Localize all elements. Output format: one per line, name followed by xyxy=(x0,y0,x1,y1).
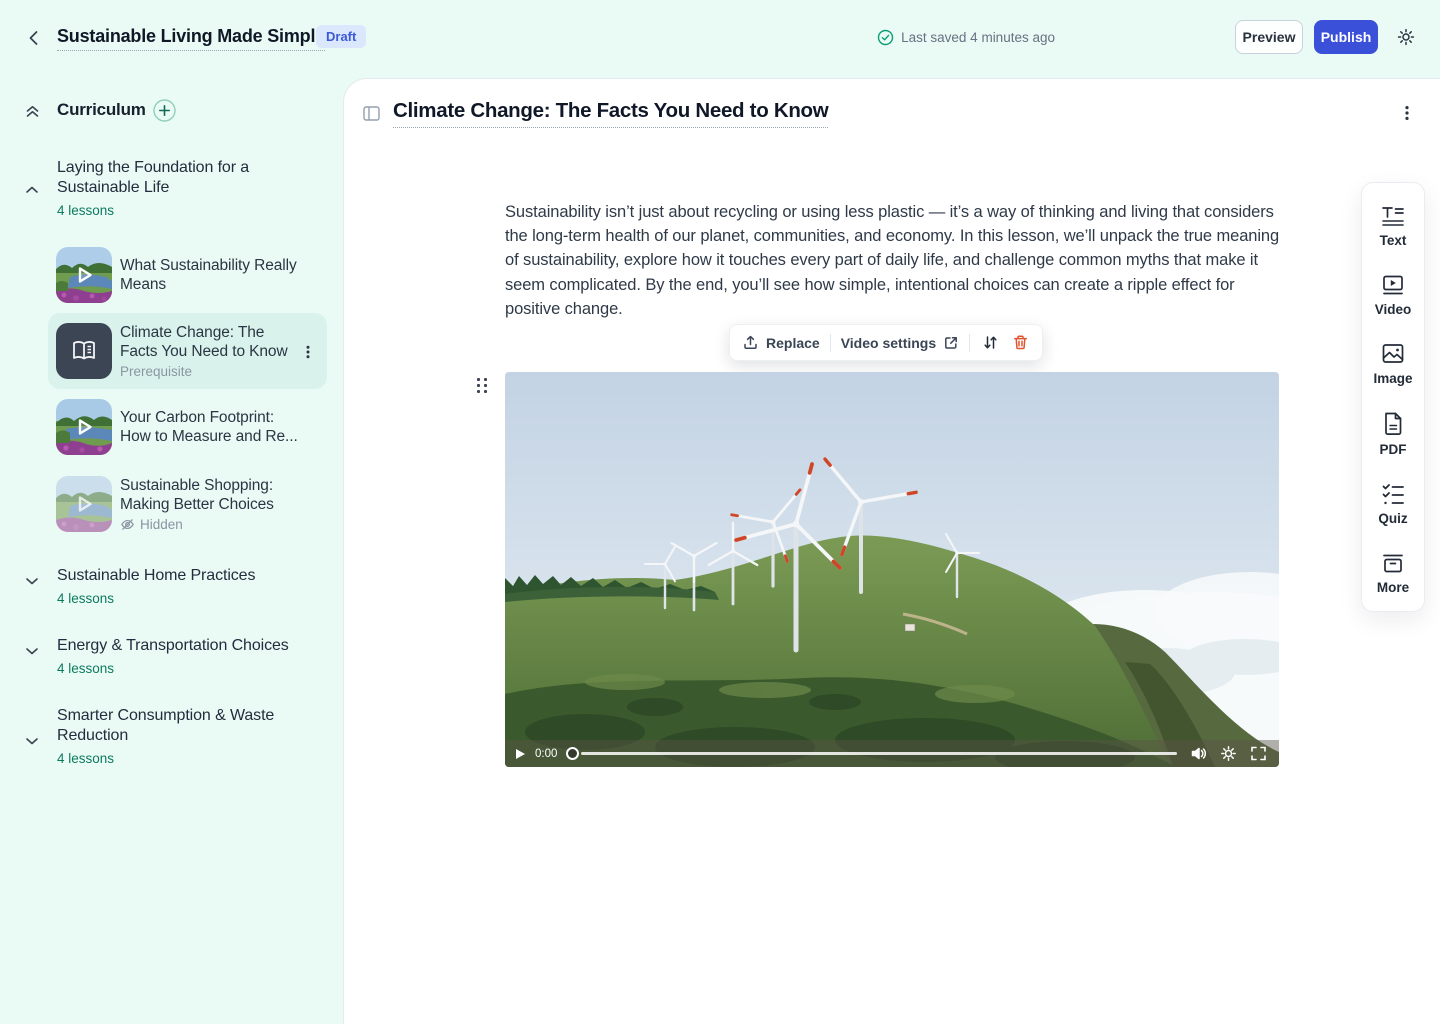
player-play-icon[interactable] xyxy=(514,748,526,760)
replace-label: Replace xyxy=(766,335,820,351)
last-saved-status: Last saved 4 minutes ago xyxy=(877,29,1055,46)
lesson-editor-panel: Climate Change: The Facts You Need to Kn… xyxy=(343,78,1440,1024)
player-fullscreen-icon[interactable] xyxy=(1250,745,1267,762)
lesson-title: What Sustainability Really Means xyxy=(120,256,300,294)
curriculum-title: Curriculum xyxy=(57,100,146,120)
palette-label: Text xyxy=(1380,233,1407,248)
palette-label: PDF xyxy=(1380,442,1407,457)
player-scrubber-handle[interactable] xyxy=(566,747,579,760)
toolbar-divider xyxy=(830,334,831,352)
palette-label: Image xyxy=(1373,371,1412,386)
lesson-video-thumbnail xyxy=(56,399,112,455)
lesson-hidden-label: Hidden xyxy=(140,517,183,532)
last-saved-text: Last saved 4 minutes ago xyxy=(901,30,1055,45)
section-lesson-count: 4 lessons xyxy=(57,661,343,676)
add-pdf-block[interactable]: PDF xyxy=(1380,411,1407,457)
back-icon[interactable] xyxy=(24,28,44,48)
play-icon xyxy=(56,399,112,455)
collapse-sidebar-icon[interactable] xyxy=(363,106,380,121)
eye-off-icon xyxy=(120,517,135,532)
saved-check-icon xyxy=(877,29,894,46)
replace-video-button[interactable]: Replace xyxy=(742,334,820,351)
add-quiz-block[interactable]: Quiz xyxy=(1378,482,1407,526)
pdf-block-icon xyxy=(1381,411,1405,437)
video-player[interactable]: 0:00 xyxy=(505,372,1279,767)
text-block-icon xyxy=(1380,204,1406,228)
lesson-video-thumbnail xyxy=(56,476,112,532)
top-header: Sustainable Living Made Simple Draft Las… xyxy=(0,0,1440,78)
chevron-down-icon[interactable] xyxy=(24,573,40,589)
player-volume-icon[interactable] xyxy=(1190,745,1207,762)
video-block-toolbar: Replace Video settings xyxy=(729,324,1043,361)
lesson-row-hidden[interactable]: Sustainable Shopping: Making Better Choi… xyxy=(48,466,327,542)
lesson-title: Climate Change: The Facts You Need to Kn… xyxy=(120,323,300,361)
chevron-down-icon[interactable] xyxy=(24,733,40,749)
palette-label: More xyxy=(1377,580,1409,595)
upload-icon xyxy=(742,334,759,351)
section-lesson-count: 4 lessons xyxy=(57,203,343,218)
lesson-reading-thumbnail xyxy=(56,323,112,379)
player-settings-icon[interactable] xyxy=(1220,745,1237,762)
play-icon xyxy=(56,247,112,303)
palette-label: Video xyxy=(1375,302,1412,317)
section-title[interactable]: Energy & Transportation Choices xyxy=(57,636,297,656)
lesson-body-text[interactable]: Sustainability isn’t just about recyclin… xyxy=(505,200,1281,321)
video-controls-bar: 0:00 xyxy=(505,740,1279,767)
delete-block-icon[interactable] xyxy=(1010,333,1030,353)
lesson-prerequisite-label: Prerequisite xyxy=(120,364,300,379)
curriculum-sidebar: Curriculum Laying the Foundation for a S… xyxy=(0,78,343,1024)
course-title[interactable]: Sustainable Living Made Simple xyxy=(57,26,325,51)
lesson-row-selected[interactable]: Climate Change: The Facts You Need to Kn… xyxy=(48,313,327,389)
more-blocks-icon xyxy=(1380,551,1406,575)
block-drag-handle-icon[interactable] xyxy=(477,378,491,396)
lesson-kebab-icon[interactable] xyxy=(301,345,315,359)
curriculum-section: Sustainable Home Practices 4 lessons xyxy=(0,566,343,606)
section-title[interactable]: Laying the Foundation for a Sustainable … xyxy=(57,158,297,198)
player-progress-track[interactable] xyxy=(581,752,1177,755)
more-blocks[interactable]: More xyxy=(1377,551,1409,595)
section-title[interactable]: Smarter Consumption & Waste Reduction xyxy=(57,706,297,746)
publish-button[interactable]: Publish xyxy=(1314,20,1378,54)
lesson-title: Sustainable Shopping: Making Better Choi… xyxy=(120,476,300,514)
image-block-icon xyxy=(1380,342,1406,366)
external-link-icon xyxy=(943,335,959,351)
curriculum-section: Laying the Foundation for a Sustainable … xyxy=(0,158,343,218)
open-book-icon xyxy=(70,339,98,363)
quiz-block-icon xyxy=(1380,482,1406,506)
chevron-up-icon[interactable] xyxy=(24,182,40,198)
curriculum-section: Smarter Consumption & Waste Reduction 4 … xyxy=(0,706,343,766)
chevron-down-icon[interactable] xyxy=(24,643,40,659)
add-text-block[interactable]: Text xyxy=(1380,204,1407,248)
status-badge: Draft xyxy=(316,25,366,48)
curriculum-section: Energy & Transportation Choices 4 lesson… xyxy=(0,636,343,676)
video-poster-wind-turbines xyxy=(505,372,1279,767)
lesson-row[interactable]: Your Carbon Footprint: How to Measure an… xyxy=(48,389,327,465)
player-time: 0:00 xyxy=(535,748,557,760)
lesson-video-thumbnail xyxy=(56,247,112,303)
content-block-palette: Text Video Image PDF xyxy=(1361,182,1425,612)
add-image-block[interactable]: Image xyxy=(1373,342,1412,386)
video-settings-label: Video settings xyxy=(841,335,936,351)
curriculum-header: Curriculum xyxy=(0,98,343,126)
lesson-page-title[interactable]: Climate Change: The Facts You Need to Kn… xyxy=(393,99,828,128)
lesson-options-kebab-icon[interactable] xyxy=(1400,105,1414,121)
move-block-icon[interactable] xyxy=(980,333,1000,353)
add-section-icon[interactable] xyxy=(153,99,176,122)
palette-label: Quiz xyxy=(1378,511,1407,526)
settings-gear-icon[interactable] xyxy=(1396,27,1416,47)
add-video-block[interactable]: Video xyxy=(1375,273,1412,317)
toolbar-divider xyxy=(969,334,970,352)
video-settings-button[interactable]: Video settings xyxy=(841,335,959,351)
lesson-title: Your Carbon Footprint: How to Measure an… xyxy=(120,408,300,446)
section-lesson-count: 4 lessons xyxy=(57,751,343,766)
collapse-all-icon[interactable] xyxy=(24,103,41,120)
video-block-icon xyxy=(1380,273,1406,297)
play-icon xyxy=(56,476,112,532)
lesson-row[interactable]: What Sustainability Really Means xyxy=(48,237,327,313)
section-lesson-count: 4 lessons xyxy=(57,591,343,606)
section-title[interactable]: Sustainable Home Practices xyxy=(57,566,297,586)
preview-button[interactable]: Preview xyxy=(1235,20,1303,54)
